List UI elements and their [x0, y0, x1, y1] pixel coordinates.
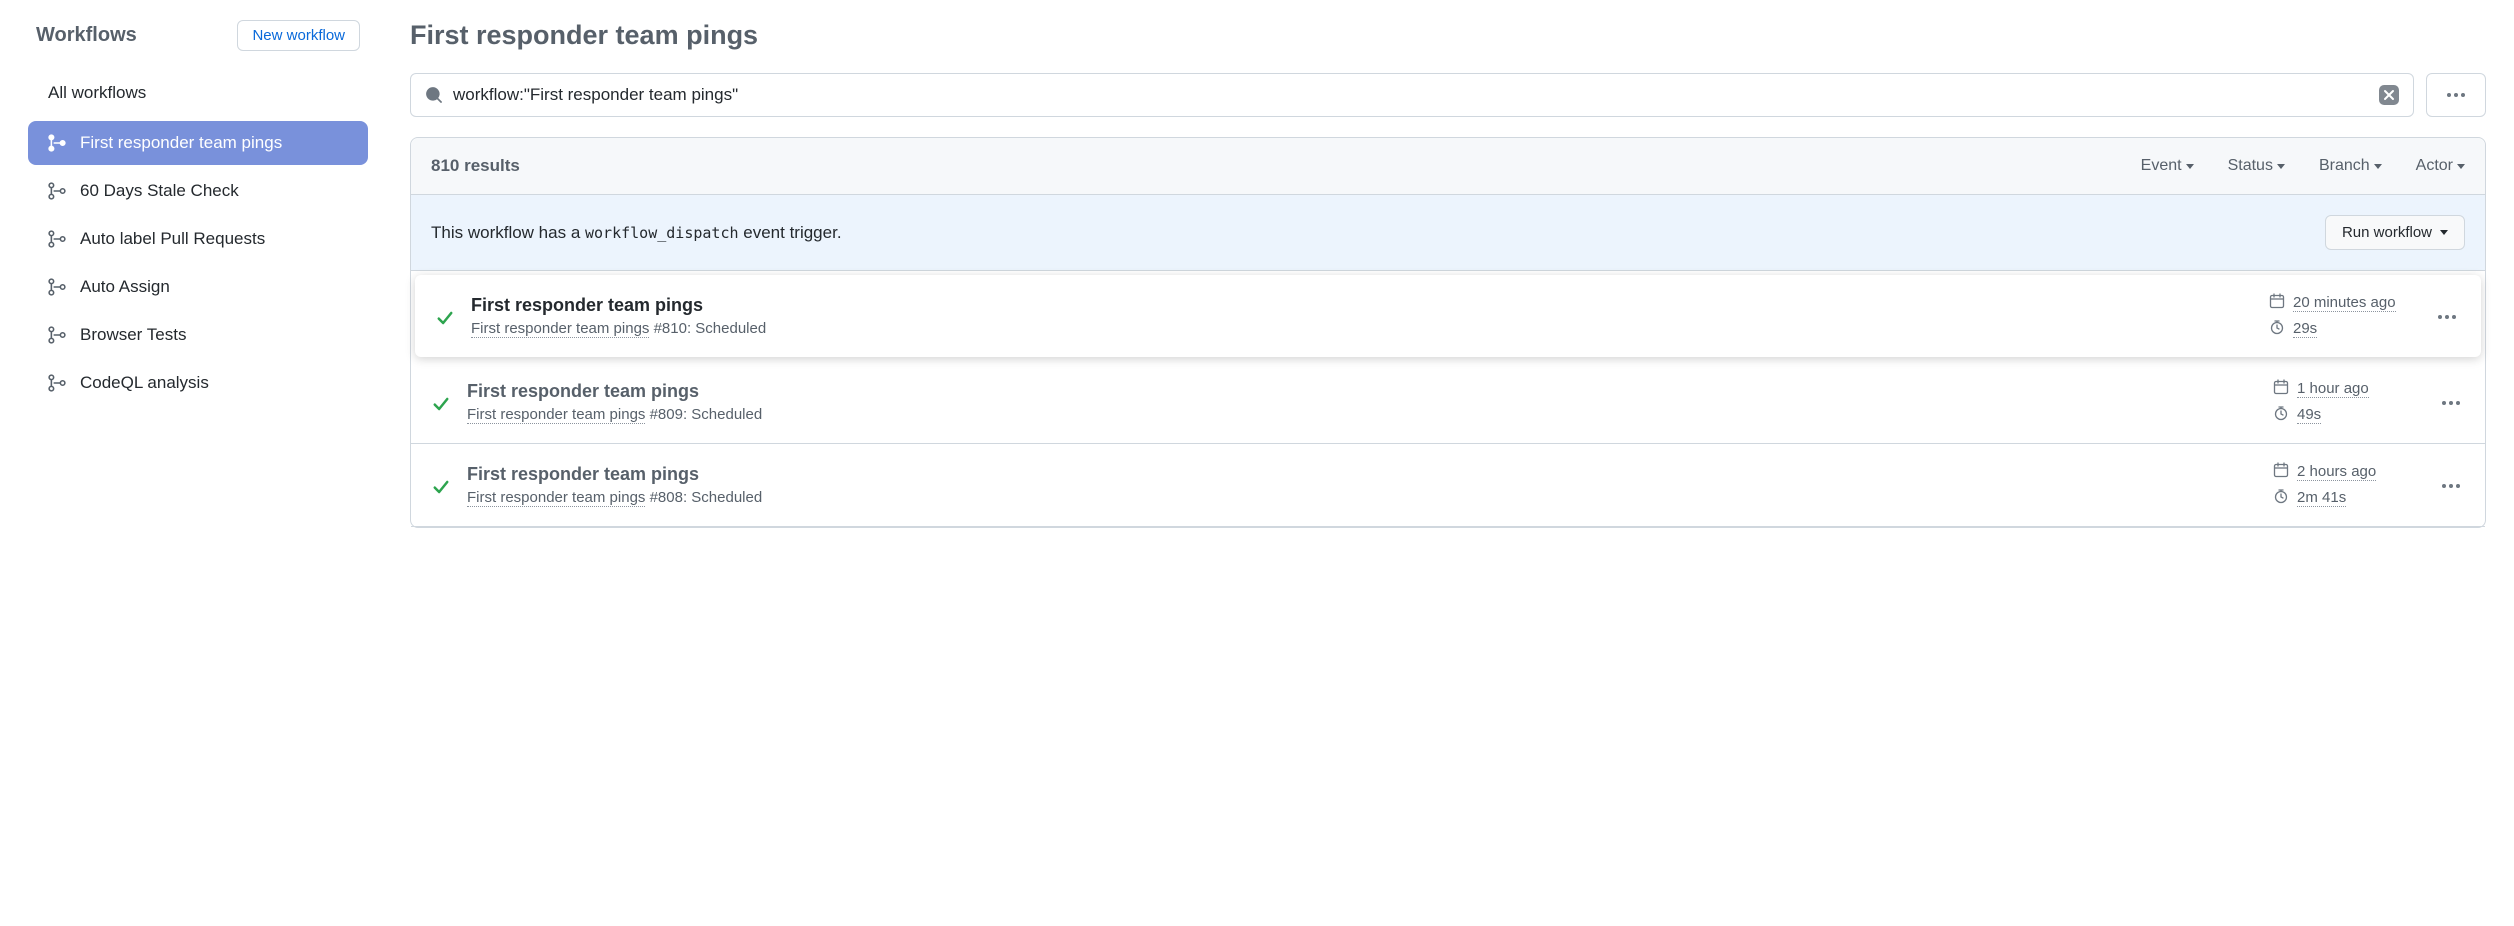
results-panel: 810 results Event Status Branch Actor Th… — [410, 137, 2486, 528]
run-meta: 2 hours ago 2m 41s — [2273, 462, 2423, 508]
caret-down-icon — [2457, 164, 2465, 169]
run-time: 2 hours ago — [2297, 463, 2376, 481]
calendar-icon — [2273, 462, 2289, 482]
clear-search-button[interactable] — [2379, 85, 2399, 105]
dispatch-code: workflow_dispatch — [585, 224, 739, 242]
sidebar-workflow-list: First responder team pings 60 Days Stale … — [28, 121, 368, 405]
run-row[interactable]: First responder team pings First responde… — [415, 275, 2481, 357]
sidebar-workflow-item[interactable]: 60 Days Stale Check — [28, 169, 368, 213]
filter-branch[interactable]: Branch — [2319, 157, 2382, 175]
x-icon — [2383, 89, 2395, 101]
workflow-icon — [48, 374, 66, 392]
run-title: First responder team pings — [467, 464, 2259, 485]
filters: Event Status Branch Actor — [2141, 157, 2465, 175]
run-meta: 20 minutes ago 29s — [2269, 293, 2419, 339]
workflow-icon — [48, 278, 66, 296]
runs-list: First responder team pings First responde… — [411, 275, 2485, 527]
sidebar-item-label: 60 Days Stale Check — [80, 181, 239, 201]
results-count: 810 results — [431, 156, 520, 176]
workflow-icon — [48, 182, 66, 200]
more-options-button[interactable] — [2426, 73, 2486, 117]
run-more-button[interactable] — [2437, 389, 2465, 415]
run-title: First responder team pings — [467, 381, 2259, 402]
sidebar-all-workflows[interactable]: All workflows — [28, 73, 368, 113]
calendar-icon — [2273, 379, 2289, 399]
run-info: First responder team pings First responde… — [471, 295, 2255, 337]
stopwatch-icon — [2273, 405, 2289, 425]
run-subtitle: First responder team pings #808: Schedul… — [467, 489, 2259, 506]
run-info: First responder team pings First responde… — [467, 464, 2259, 506]
results-header: 810 results Event Status Branch Actor — [411, 138, 2485, 195]
search-container — [410, 73, 2414, 117]
caret-down-icon — [2440, 230, 2448, 235]
run-time: 20 minutes ago — [2293, 294, 2396, 312]
filter-status[interactable]: Status — [2228, 157, 2285, 175]
check-icon — [431, 390, 453, 414]
caret-down-icon — [2186, 164, 2194, 169]
calendar-icon — [2269, 293, 2285, 313]
filter-event[interactable]: Event — [2141, 157, 2194, 175]
stopwatch-icon — [2269, 319, 2285, 339]
sidebar-title: Workflows — [36, 24, 137, 47]
sidebar-workflow-item[interactable]: Browser Tests — [28, 313, 368, 357]
main-content: First responder team pings 810 results E… — [410, 20, 2486, 528]
workflow-icon — [48, 326, 66, 344]
workflow-icon — [48, 134, 66, 152]
sidebar-workflow-item[interactable]: First responder team pings — [28, 121, 368, 165]
check-icon — [435, 304, 457, 328]
run-more-button[interactable] — [2437, 472, 2465, 498]
sidebar-item-label: Browser Tests — [80, 325, 186, 345]
page-title: First responder team pings — [410, 20, 2486, 51]
sidebar: Workflows New workflow All workflows Fir… — [28, 20, 368, 528]
dispatch-banner: This workflow has a workflow_dispatch ev… — [411, 195, 2485, 271]
run-duration: 2m 41s — [2297, 489, 2346, 507]
dispatch-text: This workflow has a workflow_dispatch ev… — [431, 223, 842, 243]
run-workflow-button[interactable]: Run workflow — [2325, 215, 2465, 250]
sidebar-workflow-item[interactable]: Auto label Pull Requests — [28, 217, 368, 261]
run-info: First responder team pings First responde… — [467, 381, 2259, 423]
run-row[interactable]: First responder team pings First responde… — [411, 361, 2485, 444]
stopwatch-icon — [2273, 488, 2289, 508]
sidebar-workflow-item[interactable]: Auto Assign — [28, 265, 368, 309]
search-icon — [425, 86, 443, 104]
kebab-icon — [2446, 92, 2466, 98]
sidebar-item-label: Auto label Pull Requests — [80, 229, 265, 249]
run-subtitle: First responder team pings #809: Schedul… — [467, 406, 2259, 423]
filter-actor[interactable]: Actor — [2416, 157, 2465, 175]
run-more-button[interactable] — [2433, 303, 2461, 329]
caret-down-icon — [2374, 164, 2382, 169]
caret-down-icon — [2277, 164, 2285, 169]
run-row[interactable]: First responder team pings First responde… — [411, 444, 2485, 527]
sidebar-item-label: CodeQL analysis — [80, 373, 209, 393]
check-icon — [431, 473, 453, 497]
new-workflow-button[interactable]: New workflow — [237, 20, 360, 51]
sidebar-item-label: Auto Assign — [80, 277, 170, 297]
run-time: 1 hour ago — [2297, 380, 2369, 398]
run-duration: 29s — [2293, 320, 2317, 338]
run-subtitle: First responder team pings #810: Schedul… — [471, 320, 2255, 337]
search-input[interactable] — [443, 85, 2379, 105]
sidebar-workflow-item[interactable]: CodeQL analysis — [28, 361, 368, 405]
run-duration: 49s — [2297, 406, 2321, 424]
run-title: First responder team pings — [471, 295, 2255, 316]
workflow-icon — [48, 230, 66, 248]
sidebar-item-label: First responder team pings — [80, 133, 282, 153]
run-meta: 1 hour ago 49s — [2273, 379, 2423, 425]
